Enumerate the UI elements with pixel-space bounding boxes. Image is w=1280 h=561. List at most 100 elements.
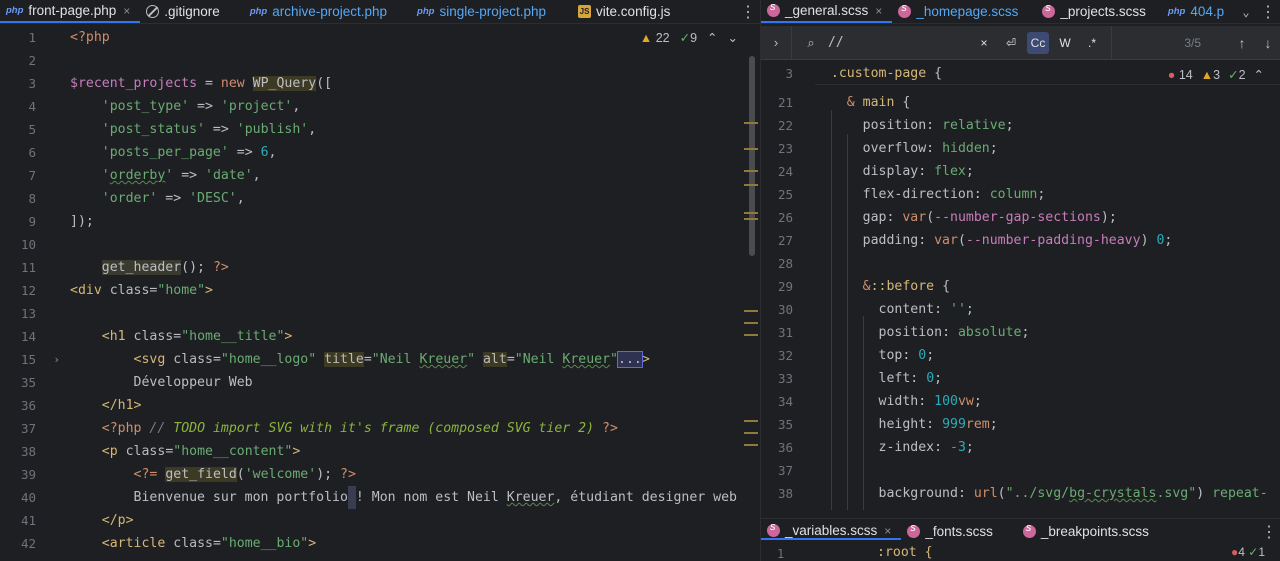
close-icon[interactable]: × <box>123 4 130 18</box>
scss-file-icon <box>1022 522 1036 538</box>
more-icon[interactable]: ⋮ <box>1256 0 1280 23</box>
next-match-icon[interactable]: ↓ <box>1255 35 1280 51</box>
code-line[interactable]: </h1> <box>70 394 756 417</box>
line-number: 31 <box>777 325 793 340</box>
code-line[interactable]: & main { <box>815 91 1280 114</box>
new-line-icon[interactable]: ⏎ <box>1000 32 1022 54</box>
vertical-scrollbar[interactable] <box>749 56 755 256</box>
more-icon[interactable]: ⋮ <box>736 0 760 23</box>
tab-breakpoints-scss[interactable]: _breakpoints.scss <box>1017 522 1159 539</box>
previous-match-icon[interactable]: ↑ <box>1229 35 1255 51</box>
code-line[interactable]: 'posts_per_page' => 6, <box>70 141 756 164</box>
code-line[interactable]: <p class="home__content"> <box>70 440 756 463</box>
tab-variables-scss[interactable]: _variables.scss × <box>761 521 902 540</box>
warning-stripe[interactable] <box>744 322 758 324</box>
code-line[interactable]: 'post_status' => 'publish', <box>70 118 756 141</box>
code-line[interactable]: ]); <box>70 210 756 233</box>
code-line[interactable]: height: 999rem; <box>815 413 1280 436</box>
php-code-area[interactable]: <?php $recent_projects = new WP_Query([ … <box>70 26 756 555</box>
tab-archive-project[interactable]: php archive-project.php <box>244 0 397 23</box>
code-line[interactable]: Bienvenue sur mon portfolio ! Mon nom es… <box>70 486 756 509</box>
line-number: 30 <box>777 302 793 317</box>
regex-toggle[interactable]: .* <box>1081 32 1103 54</box>
code-line[interactable]: width: 100vw; <box>815 390 1280 413</box>
code-line[interactable]: <?php // TODO import SVG with it's frame… <box>70 417 756 440</box>
code-line[interactable]: <svg class="home__logo" title="Neil Kreu… <box>70 348 756 371</box>
code-line[interactable]: padding: var(--number-padding-heavy) 0; <box>815 229 1280 252</box>
warning-stripe[interactable] <box>744 184 758 186</box>
tab-gitignore[interactable]: .gitignore <box>140 0 230 23</box>
tab-list-chevron-icon[interactable]: ⌄ <box>1236 0 1256 23</box>
whole-words-toggle[interactable]: W <box>1054 32 1076 54</box>
code-line[interactable]: flex-direction: column; <box>815 183 1280 206</box>
code-line[interactable]: <?php <box>70 26 756 49</box>
warning-stripe[interactable] <box>744 218 758 220</box>
warning-stripe[interactable] <box>744 334 758 336</box>
warning-stripe[interactable] <box>744 170 758 172</box>
warning-stripe[interactable] <box>744 420 758 422</box>
warning-stripe[interactable] <box>744 432 758 434</box>
line-number: 23 <box>777 141 793 156</box>
code-line[interactable]: $recent_projects = new WP_Query([ <box>70 72 756 95</box>
expand-replace-icon[interactable]: › <box>761 35 791 50</box>
code-line[interactable]: background: url("../svg/bg-crystals.svg"… <box>815 482 1280 505</box>
code-line[interactable]: position: relative; <box>815 114 1280 137</box>
scss-code-area[interactable]: .custom-page { & main { position: relati… <box>815 62 1280 505</box>
line-number: 3 <box>785 66 793 81</box>
code-line[interactable] <box>70 49 756 72</box>
code-line[interactable]: :root { <box>877 545 933 560</box>
tab-404-php[interactable]: php 404.p <box>1162 0 1234 23</box>
code-line[interactable] <box>815 459 1280 482</box>
js-file-icon: JS <box>578 5 592 18</box>
code-line[interactable] <box>70 302 756 325</box>
code-line[interactable]: <h1 class="home__title"> <box>70 325 756 348</box>
search-icon[interactable]: ⌕ <box>800 35 822 51</box>
code-line[interactable]: </p> <box>70 509 756 532</box>
line-number: 24 <box>777 164 793 179</box>
code-line[interactable]: top: 0; <box>815 344 1280 367</box>
code-line[interactable]: z-index: -3; <box>815 436 1280 459</box>
warning-stripe[interactable] <box>744 444 758 446</box>
code-line[interactable]: display: flex; <box>815 160 1280 183</box>
tab-front-page[interactable]: php front-page.php × <box>0 0 141 23</box>
tab-homepage-scss[interactable]: _homepage.scss <box>892 0 1028 23</box>
code-line[interactable]: content: ''; <box>815 298 1280 321</box>
expand-fold-icon[interactable]: › <box>53 348 60 371</box>
code-line[interactable]: &::before { <box>815 275 1280 298</box>
close-icon[interactable]: × <box>884 524 891 538</box>
code-line[interactable]: overflow: hidden; <box>815 137 1280 160</box>
code-line[interactable]: Développeur Web <box>70 371 756 394</box>
code-line[interactable] <box>815 252 1280 275</box>
warning-stripe[interactable] <box>744 122 758 124</box>
find-input[interactable]: // <box>828 35 968 50</box>
code-line[interactable]: gap: var(--number-gap-sections); <box>815 206 1280 229</box>
clear-icon[interactable]: × <box>973 32 995 54</box>
code-line[interactable]: left: 0; <box>815 367 1280 390</box>
tab-vite-config[interactable]: JS vite.config.js <box>572 0 680 23</box>
close-icon[interactable]: × <box>875 4 882 18</box>
line-number: 38 <box>777 486 793 501</box>
code-line[interactable]: <?= get_field('welcome'); ?> <box>70 463 756 486</box>
code-line[interactable]: <div class="home"> <box>70 279 756 302</box>
code-line[interactable]: 'order' => 'DESC', <box>70 187 756 210</box>
warning-stripe[interactable] <box>744 148 758 150</box>
code-line[interactable]: get_header(); ?> <box>70 256 756 279</box>
tab-fonts-scss[interactable]: _fonts.scss <box>901 522 1003 539</box>
tab-projects-scss[interactable]: _projects.scss <box>1036 0 1156 23</box>
more-icon[interactable]: ⋮ <box>1257 522 1280 541</box>
tab-general-scss[interactable]: _general.scss × <box>761 0 893 23</box>
line-number: 40 <box>20 490 36 505</box>
warning-stripe[interactable] <box>744 212 758 214</box>
code-line[interactable]: position: absolute; <box>815 321 1280 344</box>
warning-stripe[interactable] <box>744 310 758 312</box>
code-line[interactable]: 'post_type' => 'project', <box>70 95 756 118</box>
sticky-scope-line[interactable]: .custom-page { <box>815 62 1280 85</box>
code-line[interactable]: <article class="home__bio"> <box>70 532 756 555</box>
php-file-icon: php <box>1167 6 1186 17</box>
match-case-toggle[interactable]: Cc <box>1027 31 1049 54</box>
line-number: 26 <box>777 210 793 225</box>
code-line[interactable]: 'orderby' => 'date', <box>70 164 756 187</box>
inspection-widget[interactable]: ●4 ✓1 <box>1231 545 1265 559</box>
tab-single-project[interactable]: php single-project.php <box>411 0 556 23</box>
code-line[interactable] <box>70 233 756 256</box>
